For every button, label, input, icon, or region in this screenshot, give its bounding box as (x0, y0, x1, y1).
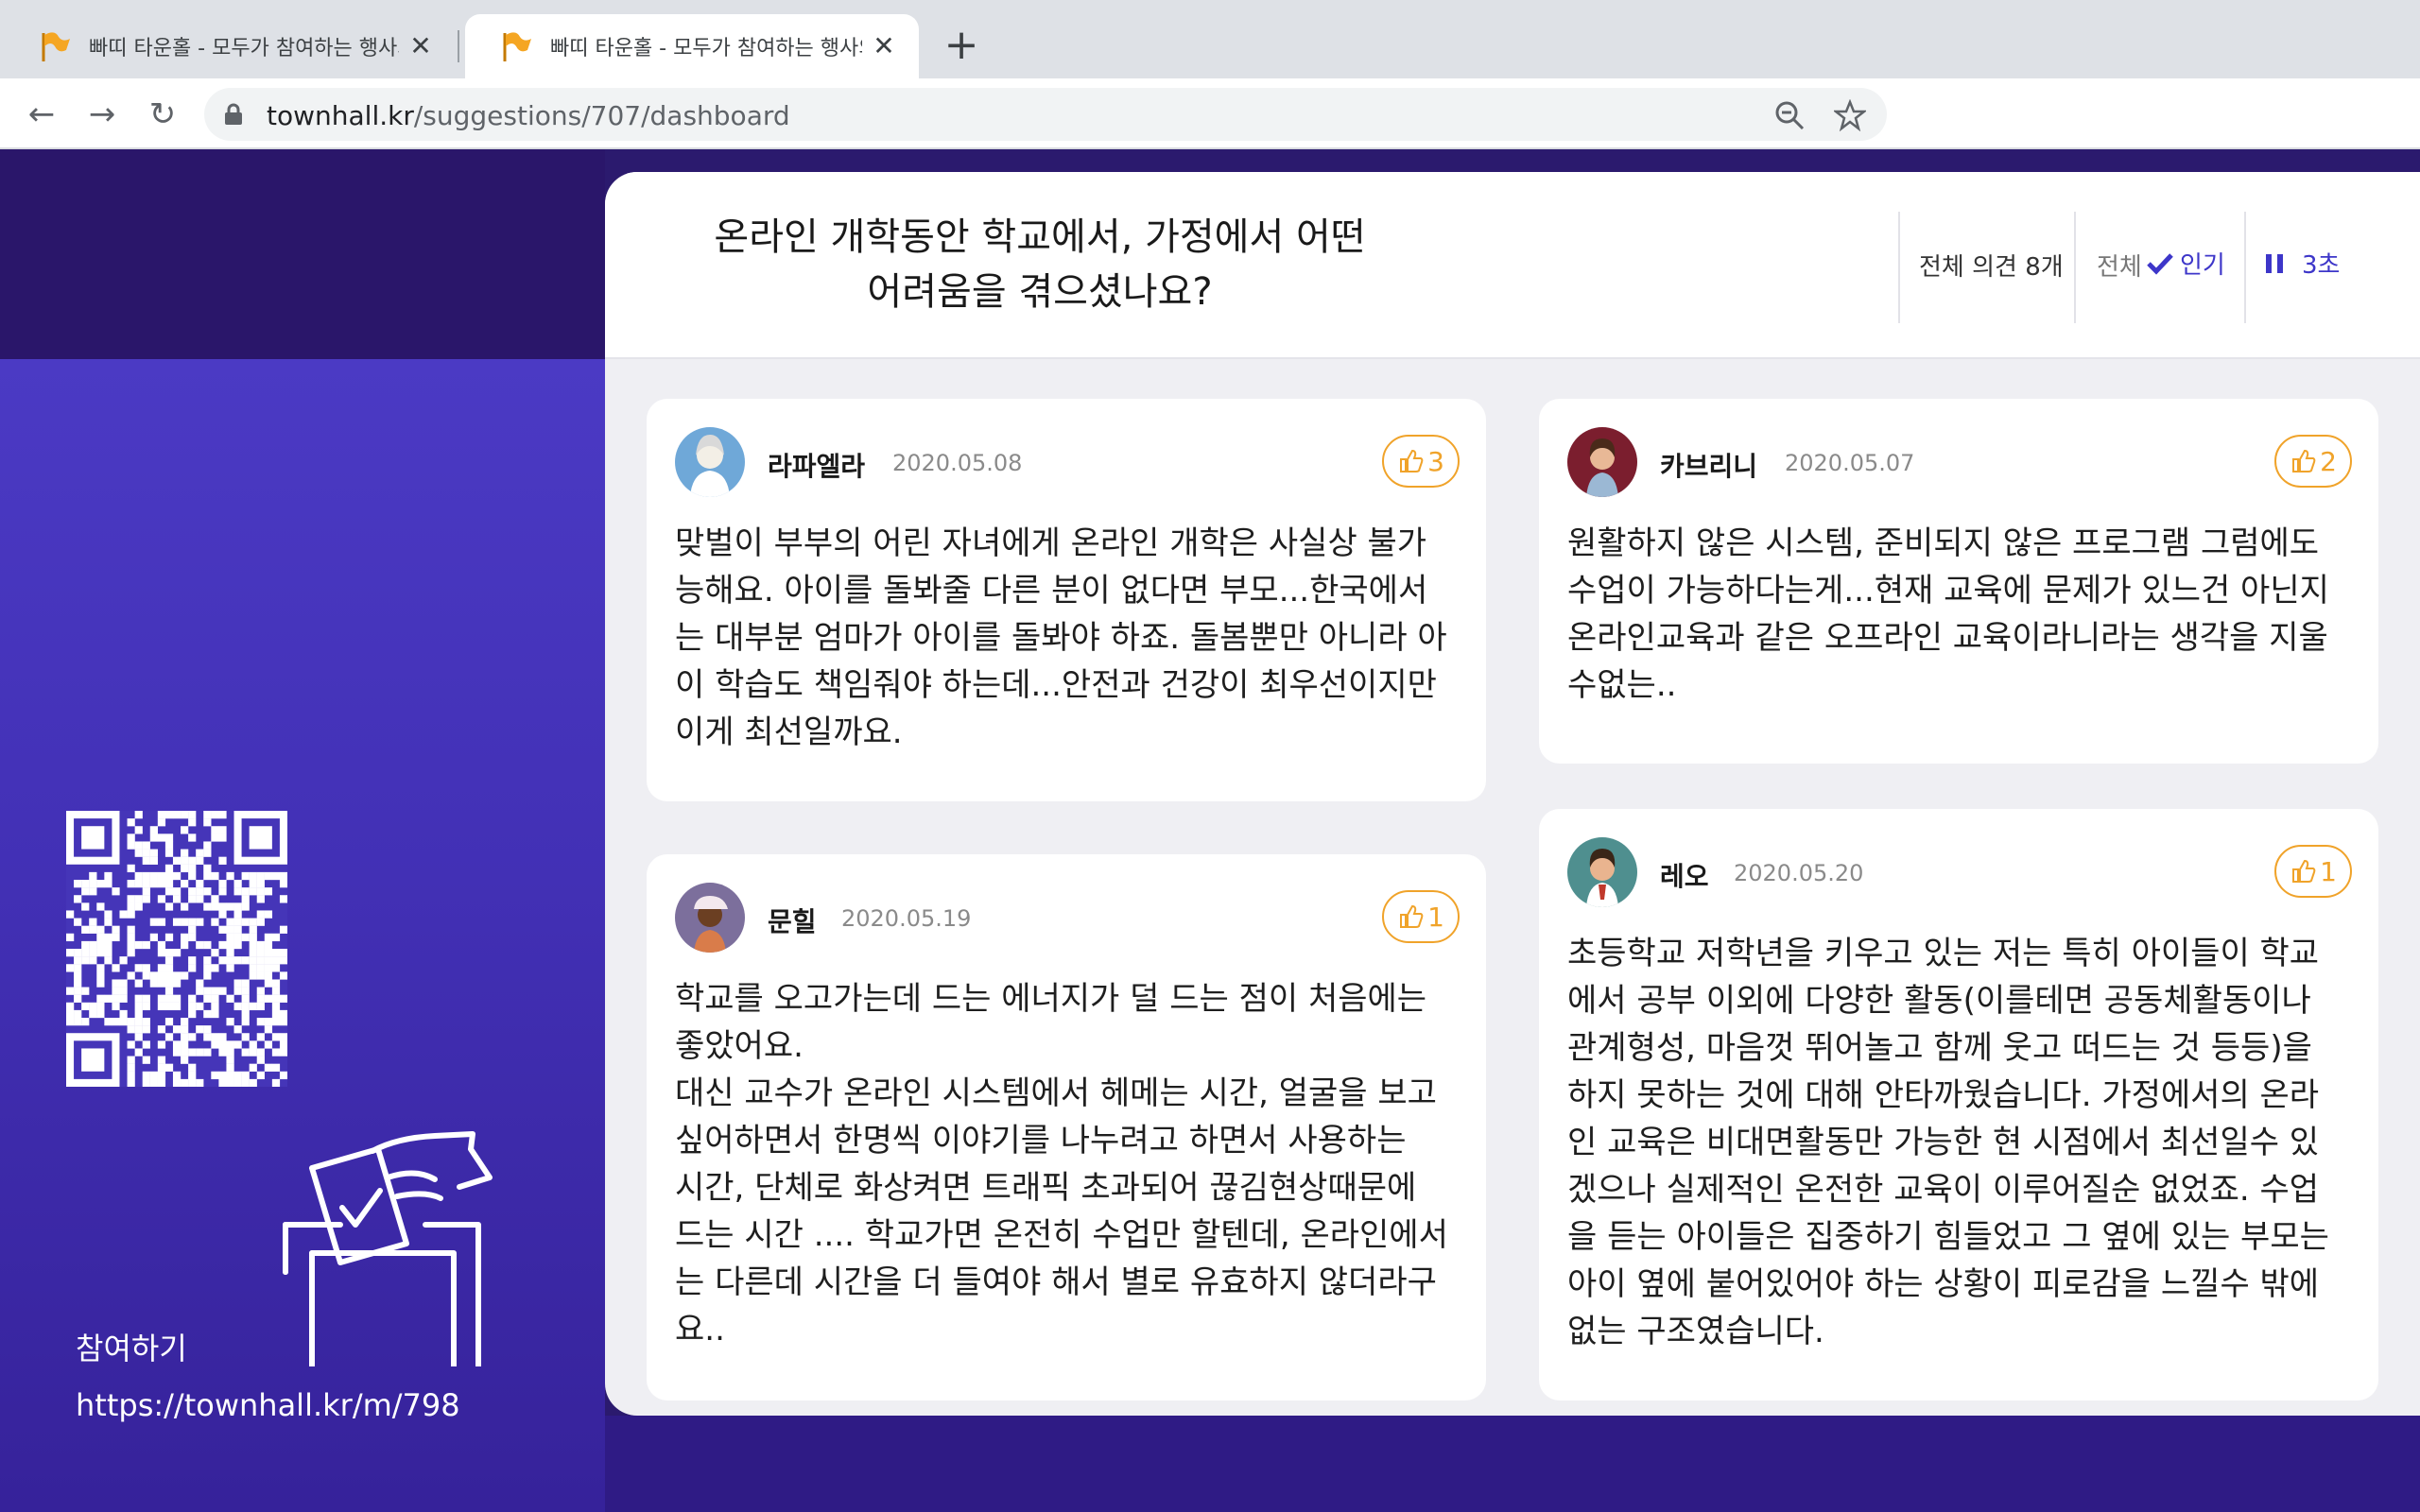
join-url-link[interactable]: https://townhall.kr/m/798 (76, 1387, 460, 1423)
join-label: 참여하기 (76, 1331, 187, 1366)
thumbs-up-icon (1400, 904, 1424, 928)
like-button[interactable]: 3 (1382, 435, 1460, 488)
flag-icon (42, 32, 70, 61)
opinion-card: 문힐 2020.05.19 1 학교를 오고가는데 드는 에너지가 덜 드는 점… (647, 854, 1486, 1400)
question-header: 온라인 개학동안 학교에서, 가정에서 어떤 어려움을 겪으셨나요? 전체 의견… (605, 172, 2420, 359)
author-name: 카브리니 (1660, 451, 1758, 482)
author-name: 문힐 (768, 906, 817, 937)
back-button[interactable]: ← (21, 94, 62, 135)
like-button[interactable]: 2 (2274, 435, 2352, 488)
opinion-text: 맞벌이 부부의 어린 자녀에게 온라인 개학은 사실상 불가 능해요. 아이를 … (675, 524, 1447, 751)
ballot-box-icon (283, 1131, 493, 1366)
url-text: townhall.kr/suggestions/707/dashboard (267, 100, 790, 131)
thumbs-up-icon (1400, 449, 1424, 472)
author-name: 라파엘라 (768, 451, 866, 482)
like-count: 1 (2320, 855, 2337, 887)
opinion-text: 원활하지 않은 시스템, 준비되지 않은 프로그램 그럼에도 수업이 가능하다는… (1567, 524, 2329, 704)
timer-label: 3초 (2302, 251, 2341, 280)
close-tab-icon[interactable]: ✕ (406, 32, 435, 60)
opinion-text: 초등학교 저학년을 키우고 있는 저는 특히 아이들이 학교 에서 공부 이외에… (1567, 935, 2329, 1350)
opinion-card: 레오 2020.05.20 1 초등학교 저학년을 키우고 있는 저는 특히 아… (1539, 809, 2378, 1400)
thumbs-up-icon (2292, 859, 2316, 883)
avatar (1567, 837, 1637, 907)
like-count: 3 (1427, 445, 1444, 477)
browser-toolbar: ← → ↻ townhall.kr/suggestions/707/dashbo… (0, 78, 2420, 215)
post-date: 2020.05.07 (1785, 450, 1915, 476)
question-title: 온라인 개학동안 학교에서, 가정에서 어떤 어려움을 겪으셨나요? (714, 215, 1366, 314)
address-bar[interactable]: townhall.kr/suggestions/707/dashboard (204, 88, 1887, 141)
bookmark-star-icon[interactable] (1834, 99, 1866, 131)
like-button[interactable]: 1 (2274, 845, 2352, 898)
post-date: 2020.05.20 (1734, 860, 1864, 886)
browser-tab-1[interactable]: 빠띠 타운홀 - 모두가 참여하는 행사의 ✕ (4, 14, 456, 78)
main-panel: 온라인 개학동안 학교에서, 가정에서 어떤 어려움을 겪으셨나요? 전체 의견… (605, 172, 2420, 1416)
avatar (675, 427, 745, 497)
check-icon (2147, 252, 2173, 275)
like-button[interactable]: 1 (1382, 890, 1460, 943)
tab-title: 빠띠 타운홀 - 모두가 참여하는 행사의 (89, 37, 399, 60)
filter-popular-label: 인기 (2180, 251, 2225, 280)
avatar (1567, 427, 1637, 497)
rotation-timer-button[interactable]: 3초 (2264, 246, 2340, 281)
url-domain: townhall.kr (267, 100, 414, 131)
sidebar-top-band (0, 149, 605, 359)
tab-divider (458, 30, 459, 62)
post-date: 2020.05.08 (892, 450, 1023, 476)
author-name: 레오 (1660, 861, 1709, 892)
opinion-card: 카브리니 2020.05.07 2 원활하지 않은 시스템, 준비되지 않은 프… (1539, 399, 2378, 764)
flag-icon (503, 32, 531, 61)
filter-popular-button[interactable]: 인기 (2146, 246, 2225, 281)
header-divider (1898, 212, 1900, 323)
thumbs-up-icon (2292, 449, 2316, 472)
pause-icon (2266, 253, 2283, 273)
new-tab-button[interactable]: + (940, 25, 983, 68)
reload-button[interactable]: ↻ (142, 94, 183, 135)
url-path: /suggestions/707/dashboard (413, 100, 790, 131)
like-count: 2 (2320, 445, 2337, 477)
forward-button[interactable]: → (81, 94, 123, 135)
opinion-count: 전체 의견 8개 (1919, 253, 2064, 282)
avatar (675, 883, 745, 953)
like-count: 1 (1427, 901, 1444, 933)
header-divider (2074, 212, 2076, 323)
header-divider (2244, 212, 2246, 323)
close-tab-icon[interactable]: ✕ (870, 32, 898, 60)
tab-title: 빠띠 타운홀 - 모두가 참여하는 행사의 (550, 37, 862, 60)
post-date: 2020.05.19 (841, 905, 972, 932)
opinion-text: 학교를 오고가는데 드는 에너지가 덜 드는 점이 처음에는 좋았어요. 대신 … (675, 980, 1448, 1349)
qr-code (66, 811, 287, 1087)
opinion-card: 라파엘라 2020.05.08 3 맞벌이 부부의 어린 자녀에게 온라인 개학… (647, 399, 1486, 801)
zoom-icon[interactable] (1773, 99, 1806, 131)
lock-icon (225, 103, 242, 125)
bottom-band (605, 1416, 2420, 1512)
filter-all-button[interactable]: 전체 (2097, 248, 2142, 283)
browser-tab-2[interactable]: 빠띠 타운홀 - 모두가 참여하는 행사의 ✕ (465, 14, 919, 78)
tab-strip: 빠띠 타운홀 - 모두가 참여하는 행사의 ✕ 빠띠 타운홀 - 모두가 참여하… (0, 0, 2420, 78)
